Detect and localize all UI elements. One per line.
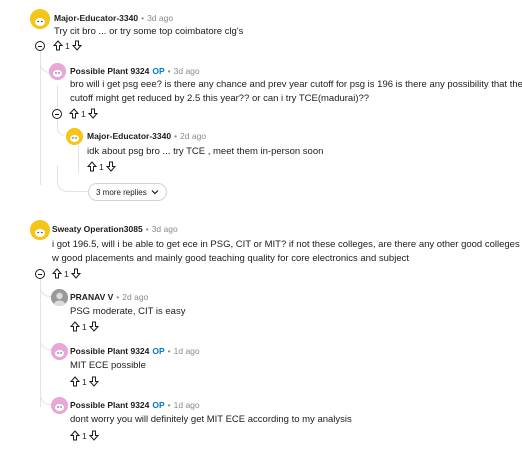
vote-bar: 1 <box>52 268 81 279</box>
downvote-icon[interactable] <box>70 268 81 279</box>
avatar[interactable] <box>30 9 50 29</box>
vote-count: 1 <box>65 40 70 51</box>
avatar[interactable] <box>49 63 66 80</box>
separator: • <box>116 292 120 302</box>
op-badge: OP <box>152 66 165 76</box>
comment-author[interactable]: Possible Plant 9324 <box>70 66 149 76</box>
downvote-icon[interactable] <box>88 376 99 387</box>
separator: • <box>145 224 149 234</box>
avatar[interactable] <box>51 397 68 414</box>
upvote-icon[interactable] <box>52 268 62 279</box>
upvote-icon[interactable] <box>70 321 80 332</box>
comment-meta: Major-Educator-3340 • 3d ago <box>54 13 173 23</box>
op-badge: OP <box>152 346 165 356</box>
comment-text: dont worry you will definitely get MIT E… <box>70 414 352 425</box>
upvote-icon[interactable] <box>69 108 79 119</box>
separator: • <box>167 400 171 410</box>
comment-time[interactable]: 3d ago <box>174 66 200 76</box>
thread-line <box>40 55 41 185</box>
vote-count: 1 <box>82 430 87 441</box>
upvote-icon[interactable] <box>70 430 80 441</box>
vote-count: 1 <box>82 376 87 387</box>
comment-text: PSG moderate, CIT is easy <box>70 306 186 317</box>
comment-meta: Possible Plant 9324 OP • 3d ago <box>70 66 200 76</box>
comment-text-line: bro will i get psg eee? is there any cha… <box>70 79 522 90</box>
comment-author[interactable]: Possible Plant 9324 <box>70 346 149 356</box>
more-replies-button[interactable]: 3 more replies <box>88 183 167 201</box>
more-replies-label: 3 more replies <box>96 187 147 197</box>
vote-count: 1 <box>81 108 86 119</box>
avatar[interactable] <box>51 289 68 306</box>
comment-time[interactable]: 1d ago <box>174 400 200 410</box>
chevron-down-icon <box>151 190 159 195</box>
user-photo-icon <box>51 289 68 306</box>
comment-meta: PRANAV V • 2d ago <box>70 292 148 302</box>
snoo-avatar-icon <box>51 343 68 360</box>
upvote-icon[interactable] <box>70 376 80 387</box>
comment-meta: Sweaty Operation3085 • 3d ago <box>52 224 178 234</box>
thread-curve <box>40 330 51 350</box>
vote-bar: 1 <box>70 321 99 332</box>
upvote-icon[interactable] <box>87 161 97 172</box>
comment-time[interactable]: 2d ago <box>122 292 148 302</box>
comment-time[interactable]: 3d ago <box>152 224 178 234</box>
snoo-avatar-icon <box>51 397 68 414</box>
vote-bar: 1 <box>69 108 98 119</box>
downvote-icon[interactable] <box>87 108 98 119</box>
vote-count: 1 <box>82 321 87 332</box>
comment-time[interactable]: 2d ago <box>180 131 206 141</box>
comment-author[interactable]: Major-Educator-3340 <box>87 131 171 141</box>
vote-bar: 1 <box>70 430 99 441</box>
comment-author[interactable]: PRANAV V <box>70 292 113 302</box>
separator: • <box>167 346 171 356</box>
vote-count: 1 <box>99 161 104 172</box>
comment-text: MIT ECE possible <box>70 360 146 371</box>
comment-meta: Major-Educator-3340 • 2d ago <box>87 131 206 141</box>
comment-time[interactable]: 1d ago <box>174 346 200 356</box>
comment-text-line: cutoff might get reduced by 2.5 this yea… <box>70 92 370 104</box>
downvote-icon[interactable] <box>105 161 116 172</box>
comment-text: Try cit bro ... or try some top coimbato… <box>54 26 244 37</box>
separator: • <box>174 131 178 141</box>
comment-text-line: w good placements and mainly good teachi… <box>52 252 409 264</box>
vote-bar: 1 <box>53 40 82 51</box>
snoo-avatar-icon <box>49 63 66 80</box>
comment-text: i got 196.5, will i be able to get ece i… <box>52 238 520 265</box>
thread-curve <box>57 118 65 136</box>
avatar[interactable] <box>30 220 50 240</box>
upvote-icon[interactable] <box>53 40 63 51</box>
snoo-avatar-icon <box>30 9 50 29</box>
avatar[interactable] <box>66 128 83 145</box>
snoo-avatar-icon <box>30 220 50 240</box>
comment-text: idk about psg bro ... try TCE , meet the… <box>87 146 324 157</box>
collapse-thread-button[interactable] <box>35 269 45 279</box>
comment-author[interactable]: Major-Educator-3340 <box>54 13 138 23</box>
separator: • <box>141 13 145 23</box>
vote-count: 1 <box>64 268 69 279</box>
downvote-icon[interactable] <box>88 321 99 332</box>
comment-time[interactable]: 3d ago <box>147 13 173 23</box>
comment-text: bro will i get psg eee? is there any cha… <box>70 78 522 105</box>
snoo-avatar-icon <box>66 128 83 145</box>
downvote-icon[interactable] <box>71 40 82 51</box>
comment-meta: Possible Plant 9324 OP • 1d ago <box>70 400 200 410</box>
downvote-icon[interactable] <box>88 430 99 441</box>
separator: • <box>167 66 171 76</box>
vote-bar: 1 <box>87 161 116 172</box>
thread-curve <box>40 385 51 405</box>
thread-curve <box>57 165 89 192</box>
comment-author[interactable]: Sweaty Operation3085 <box>52 224 143 234</box>
comment-author[interactable]: Possible Plant 9324 <box>70 400 149 410</box>
comment-meta: Possible Plant 9324 OP • 1d ago <box>70 346 200 356</box>
collapse-thread-button[interactable] <box>52 109 62 119</box>
avatar[interactable] <box>51 343 68 360</box>
op-badge: OP <box>152 400 165 410</box>
comment-text-line: i got 196.5, will i be able to get ece i… <box>52 239 520 250</box>
collapse-thread-button[interactable] <box>35 41 45 51</box>
vote-bar: 1 <box>70 376 99 387</box>
